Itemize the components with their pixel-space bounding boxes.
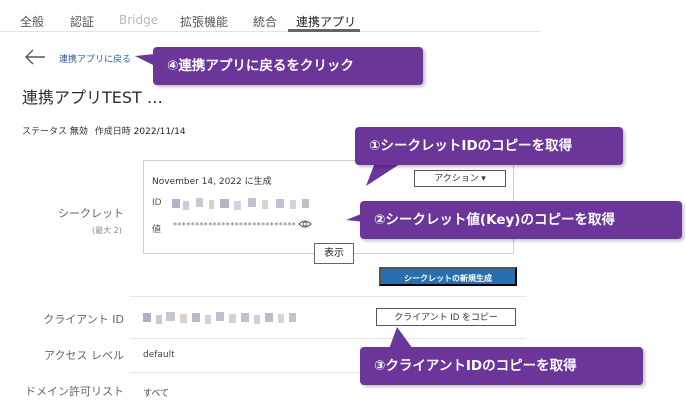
client-id-label: クライアント ID (43, 313, 124, 326)
tab-integration[interactable]: 統合 (253, 13, 277, 30)
secret-masked-value: **************************** (173, 221, 297, 230)
back-to-apps-link[interactable]: 連携アプリに戻る (59, 52, 131, 65)
eye-icon[interactable] (298, 219, 312, 229)
secret-label: シークレット (58, 207, 124, 220)
status-value: 無効 (69, 127, 88, 137)
access-level-label: アクセス レベル (44, 349, 124, 362)
secret-created-date: November 14, 2022 に生成 (152, 177, 272, 187)
status-meta: ステータス 無効 作成日時 2022/11/14 (22, 124, 186, 137)
callout-copy-secret-key: ②シークレット値(Key)のコピーを取得 (360, 201, 682, 239)
secret-id-label: ID (152, 198, 162, 208)
created-label: 作成日時 (94, 127, 131, 137)
callout-copy-secret-id: ①シークレットIDのコピーを取得 (355, 127, 623, 165)
tab-connected-apps[interactable]: 連携アプリ (296, 13, 356, 30)
tab-bridge: Bridge (119, 13, 159, 27)
active-tab-indicator (288, 29, 360, 32)
generate-new-secret-button[interactable]: シークレットの新規生成 (379, 267, 517, 286)
access-level-value: default (143, 350, 175, 360)
action-dropdown-button[interactable]: アクション ▾ (414, 170, 506, 187)
arrow-left-icon[interactable] (24, 48, 46, 66)
tab-general[interactable]: 全般 (20, 13, 44, 30)
callout-back-to-apps: ④連携アプリに戻るをクリック (153, 47, 423, 85)
divider (130, 338, 526, 339)
tab-bar: 全般 認証 Bridge 拡張機能 統合 連携アプリ (0, 0, 540, 32)
tab-auth[interactable]: 認証 (70, 13, 94, 30)
domain-allowlist-value: すべて (143, 389, 170, 399)
status-label: ステータス (22, 127, 68, 137)
created-value: 2022/11/14 (133, 127, 186, 137)
copy-client-id-button[interactable]: クライアント ID をコピー (376, 308, 516, 326)
divider (130, 296, 526, 297)
callout-copy-client-id: ③クライアントIDのコピーを取得 (360, 347, 643, 385)
show-tooltip: 表示 (314, 243, 354, 264)
page-title: 連携アプリTEST … (22, 88, 163, 107)
domain-allowlist-label: ドメイン許可リスト (25, 385, 124, 398)
tab-extensions[interactable]: 拡張機能 (180, 13, 228, 30)
secret-value-label: 値 (152, 225, 162, 235)
secret-max-label: (最大 2) (92, 226, 122, 235)
